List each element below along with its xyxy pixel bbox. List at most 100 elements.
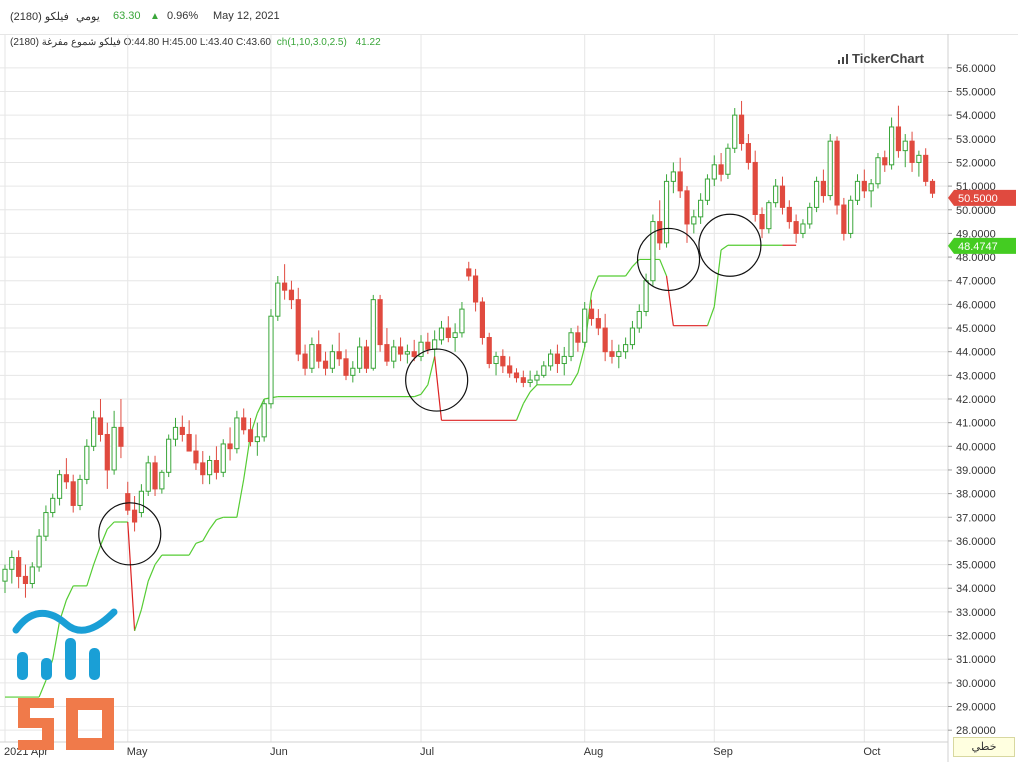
candle-body[interactable] xyxy=(745,143,751,163)
candle-body[interactable] xyxy=(261,403,267,438)
candle-body[interactable] xyxy=(513,372,520,379)
candle-body[interactable] xyxy=(820,180,826,197)
candle-body[interactable] xyxy=(889,126,895,166)
candle-body[interactable] xyxy=(711,164,717,180)
candle-body[interactable] xyxy=(322,360,329,369)
candle-body[interactable] xyxy=(254,436,260,443)
candle-body[interactable] xyxy=(861,180,867,192)
candle-body[interactable] xyxy=(841,204,847,234)
candle-body[interactable] xyxy=(445,327,451,338)
candle-body[interactable] xyxy=(704,178,711,201)
candle-body[interactable] xyxy=(288,289,295,301)
candle-body[interactable] xyxy=(77,478,83,506)
candle-body[interactable] xyxy=(213,460,220,473)
candle-body[interactable] xyxy=(554,353,561,365)
price-chart[interactable]: 28.0000 29.0000 30.0000 31.0000 32.0000 33.00… xyxy=(0,0,1018,762)
candle-body[interactable] xyxy=(616,351,622,357)
candle-body[interactable] xyxy=(507,365,513,374)
candle-body[interactable] xyxy=(377,299,383,346)
candle-body[interactable] xyxy=(670,171,676,182)
candle-body[interactable] xyxy=(316,344,322,362)
candle-body[interactable] xyxy=(397,346,404,355)
candle-body[interactable] xyxy=(452,332,458,338)
candle-body[interactable] xyxy=(97,417,104,435)
candle-body[interactable] xyxy=(22,575,29,585)
candle-body[interactable] xyxy=(752,161,758,215)
chart-mode-button[interactable]: خطي xyxy=(953,737,1015,757)
candle-body[interactable] xyxy=(363,346,370,369)
candle-body[interactable] xyxy=(234,417,240,450)
candle-body[interactable] xyxy=(738,114,745,145)
candle-body[interactable] xyxy=(9,556,15,570)
candle-body[interactable] xyxy=(902,140,908,152)
candle-body[interactable] xyxy=(56,474,63,499)
candle-body[interactable] xyxy=(432,339,438,350)
candle-body[interactable] xyxy=(486,336,492,365)
candle-body[interactable] xyxy=(684,190,690,225)
candle-body[interactable] xyxy=(548,353,554,367)
candle-body[interactable] xyxy=(186,433,192,452)
candle-body[interactable] xyxy=(295,299,301,355)
candle-body[interactable] xyxy=(275,282,281,317)
candle-body[interactable] xyxy=(800,223,806,234)
candle-body[interactable] xyxy=(63,474,69,483)
candle-body[interactable] xyxy=(172,426,179,440)
candle-body[interactable] xyxy=(459,308,465,334)
candle-body[interactable] xyxy=(50,497,56,514)
candle-body[interactable] xyxy=(773,185,779,204)
candle-body[interactable] xyxy=(916,154,922,163)
candle-body[interactable] xyxy=(609,351,615,357)
candle-body[interactable] xyxy=(131,509,138,523)
candle-body[interactable] xyxy=(207,460,213,476)
candle-body[interactable] xyxy=(929,180,936,194)
candle-body[interactable] xyxy=(500,355,506,367)
candle-body[interactable] xyxy=(125,493,131,511)
candle-body[interactable] xyxy=(636,310,642,329)
candle-body[interactable] xyxy=(534,374,540,381)
candle-body[interactable] xyxy=(527,379,533,383)
candle-body[interactable] xyxy=(29,566,35,585)
candle-body[interactable] xyxy=(118,426,124,447)
candle-body[interactable] xyxy=(70,481,76,506)
candle-body[interactable] xyxy=(882,157,888,166)
candle-body[interactable] xyxy=(138,490,145,514)
candle-body[interactable] xyxy=(875,157,881,185)
candle-body[interactable] xyxy=(200,462,206,476)
candle-body[interactable] xyxy=(677,171,683,192)
candle-body[interactable] xyxy=(568,332,574,357)
candle-body[interactable] xyxy=(854,180,861,201)
candle-body[interactable] xyxy=(575,332,581,343)
candle-body[interactable] xyxy=(479,301,485,338)
candle-body[interactable] xyxy=(466,268,472,277)
candle-body[interactable] xyxy=(2,568,8,582)
candle-body[interactable] xyxy=(104,433,110,471)
candle-body[interactable] xyxy=(718,164,724,175)
candle-body[interactable] xyxy=(588,308,595,320)
candle-body[interactable] xyxy=(411,351,417,357)
candle-body[interactable] xyxy=(302,353,308,369)
candle-body[interactable] xyxy=(16,556,22,577)
candle-body[interactable] xyxy=(623,344,629,353)
candle-body[interactable] xyxy=(84,445,90,480)
candle-body[interactable] xyxy=(779,185,786,208)
candle-body[interactable] xyxy=(166,438,172,473)
candle-body[interactable] xyxy=(657,221,663,244)
candle-body[interactable] xyxy=(179,426,185,435)
candle-body[interactable] xyxy=(357,346,363,369)
candle-body[interactable] xyxy=(663,180,670,244)
candle-body[interactable] xyxy=(848,199,854,234)
candle-body[interactable] xyxy=(438,327,445,341)
candle-body[interactable] xyxy=(384,344,390,362)
candle-body[interactable] xyxy=(691,216,697,225)
candle-body[interactable] xyxy=(561,355,567,365)
candle-body[interactable] xyxy=(425,341,431,350)
candle-body[interactable] xyxy=(732,114,738,149)
candle-body[interactable] xyxy=(520,377,526,383)
candle-body[interactable] xyxy=(227,443,233,450)
candle-body[interactable] xyxy=(309,344,315,369)
candle-body[interactable] xyxy=(895,126,902,152)
candle-body[interactable] xyxy=(868,183,874,192)
candle-body[interactable] xyxy=(91,417,97,447)
candle-body[interactable] xyxy=(336,351,342,360)
candle-body[interactable] xyxy=(391,346,397,362)
